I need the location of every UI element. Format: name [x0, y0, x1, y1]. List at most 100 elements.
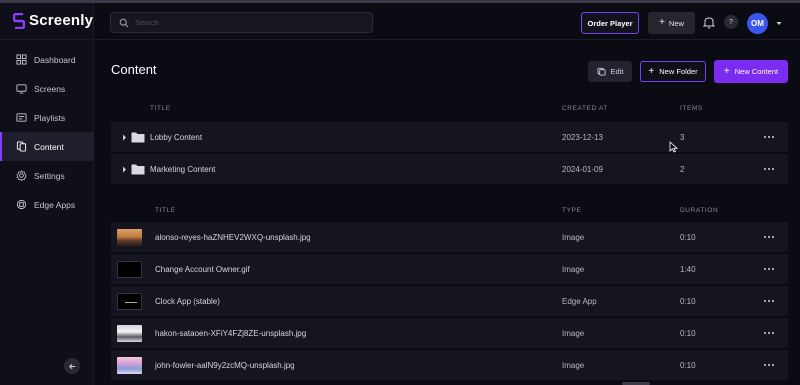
- content-row[interactable]: alonso-reyes-haZNHEV2WXQ-unsplash.jpg Im…: [111, 222, 788, 253]
- sidebar: Screenly Dashboard Screens Playlists Con…: [0, 3, 94, 385]
- content-row[interactable]: hakon-sataoen-XFiY4FZj8ZE-unsplash.jpg I…: [111, 318, 788, 349]
- sidebar-item-label: Content: [34, 141, 64, 152]
- sidebar-item-content[interactable]: Content: [0, 132, 94, 161]
- column-header-created-at[interactable]: CREATED AT: [562, 105, 608, 112]
- plus-icon: +: [659, 17, 665, 28]
- chevron-right-icon[interactable]: [122, 166, 127, 173]
- content-duration: 1:40: [680, 265, 696, 274]
- search-box[interactable]: [110, 12, 373, 33]
- edit-button-label: Edit: [610, 67, 624, 76]
- content-thumbnail: [117, 293, 142, 310]
- plus-icon: +: [723, 65, 730, 77]
- content-title: john-fowler-aalN9y2zcMQ-unsplash.jpg: [155, 361, 295, 370]
- sidebar-divider: [0, 39, 94, 40]
- edge-apps-icon: [16, 199, 27, 210]
- folder-items-count: 3: [680, 133, 685, 142]
- content-title: Clock App (stable): [155, 297, 220, 306]
- new-button-label: New: [668, 18, 684, 28]
- sidebar-item-label: Settings: [34, 170, 65, 181]
- folder-created-at: 2023-12-13: [562, 133, 603, 142]
- content-type: Image: [562, 361, 585, 370]
- folders-table-header: TITLE CREATED AT ITEMS: [111, 103, 788, 117]
- content-row[interactable]: Change Account Owner.gif Image 1:40: [111, 254, 788, 285]
- monitor-icon: [16, 84, 27, 94]
- sidebar-item-label: Screens: [34, 83, 66, 94]
- mouse-cursor-icon: [669, 141, 678, 153]
- edit-icon: [596, 67, 606, 76]
- sidebar-item-edge-apps[interactable]: Edge Apps: [0, 190, 94, 219]
- gear-icon: [16, 170, 27, 181]
- folder-title: Marketing Content: [150, 165, 216, 174]
- folder-row[interactable]: Marketing Content 2024-01-09 2: [111, 154, 788, 185]
- content-title: hakon-sataoen-XFiY4FZj8ZE-unsplash.jpg: [155, 329, 307, 338]
- content-title: alonso-reyes-haZNHEV2WXQ-unsplash.jpg: [155, 233, 311, 242]
- avatar[interactable]: OM: [747, 13, 768, 34]
- folder-items-count: 2: [680, 165, 685, 174]
- dashboard-icon: [16, 54, 27, 65]
- column-header-title[interactable]: TITLE: [155, 207, 176, 214]
- folder-title: Lobby Content: [150, 133, 203, 142]
- more-options-icon[interactable]: [763, 264, 775, 274]
- folder-created-at: 2024-01-09: [562, 165, 603, 174]
- more-options-icon[interactable]: [763, 164, 775, 174]
- sidebar-nav: Dashboard Screens Playlists Content Sett…: [0, 45, 94, 219]
- files-icon: [16, 141, 27, 152]
- content-thumbnail: [117, 261, 142, 278]
- bell-icon[interactable]: [703, 16, 715, 29]
- new-content-label: New Content: [734, 67, 779, 76]
- column-header-title[interactable]: TITLE: [150, 105, 171, 112]
- content-thumbnail: [117, 325, 142, 342]
- more-options-icon[interactable]: [763, 360, 775, 370]
- edit-button[interactable]: Edit: [588, 61, 632, 82]
- content-thumbnail: [117, 357, 142, 374]
- content-type: Image: [562, 265, 585, 274]
- more-options-icon[interactable]: [763, 132, 775, 142]
- content-title: Change Account Owner.gif: [155, 265, 250, 274]
- app-name: Screenly: [29, 12, 94, 29]
- playlist-icon: [16, 113, 27, 122]
- content-duration: 0:10: [680, 329, 696, 338]
- more-options-icon[interactable]: [763, 296, 775, 306]
- sidebar-item-playlists[interactable]: Playlists: [0, 103, 94, 132]
- search-input[interactable]: [135, 18, 355, 27]
- sidebar-item-label: Dashboard: [34, 54, 76, 65]
- column-header-type[interactable]: TYPE: [562, 207, 581, 214]
- chevron-down-icon[interactable]: [776, 21, 782, 26]
- more-options-icon[interactable]: [763, 232, 775, 242]
- content-type: Edge App: [562, 297, 597, 306]
- content-row[interactable]: john-fowler-aalN9y2zcMQ-unsplash.jpg Ima…: [111, 350, 788, 381]
- content-duration: 0:10: [680, 233, 696, 242]
- column-header-items[interactable]: ITEMS: [680, 105, 703, 112]
- search-icon: [119, 18, 129, 27]
- arrow-left-icon: [68, 363, 75, 369]
- new-content-button[interactable]: + New Content: [714, 60, 788, 83]
- new-folder-button[interactable]: + New Folder: [640, 61, 706, 82]
- sidebar-item-settings[interactable]: Settings: [0, 161, 94, 190]
- content-table-header: TITLE TYPE DURATION: [111, 205, 788, 219]
- sidebar-item-dashboard[interactable]: Dashboard: [0, 45, 94, 74]
- column-header-duration[interactable]: DURATION: [680, 207, 718, 214]
- order-player-button[interactable]: Order Player: [581, 12, 639, 34]
- content-thumbnail: [117, 229, 142, 246]
- sidebar-item-label: Edge Apps: [34, 199, 76, 210]
- plus-icon: +: [648, 65, 655, 77]
- sidebar-item-label: Playlists: [34, 112, 66, 123]
- chevron-right-icon[interactable]: [122, 134, 127, 141]
- folder-icon: [131, 132, 145, 143]
- folder-row[interactable]: Lobby Content 2023-12-13 3: [111, 122, 788, 153]
- folder-icon: [131, 164, 145, 175]
- content-type: Image: [562, 233, 585, 242]
- sidebar-item-screens[interactable]: Screens: [0, 74, 94, 103]
- new-folder-label: New Folder: [659, 67, 698, 76]
- help-button[interactable]: ?: [724, 15, 738, 29]
- new-button[interactable]: + New: [648, 12, 695, 34]
- top-header: Order Player + New ? OM: [95, 3, 800, 40]
- more-options-icon[interactable]: [763, 328, 775, 338]
- content-row[interactable]: Clock App (stable) Edge App 0:10: [111, 286, 788, 317]
- page-title: Content: [111, 62, 157, 77]
- collapse-sidebar-button[interactable]: [64, 358, 80, 374]
- content-type: Image: [562, 329, 585, 338]
- app-logo[interactable]: Screenly: [13, 12, 93, 29]
- screenly-logo-icon: [13, 12, 25, 29]
- content-duration: 0:10: [680, 297, 696, 306]
